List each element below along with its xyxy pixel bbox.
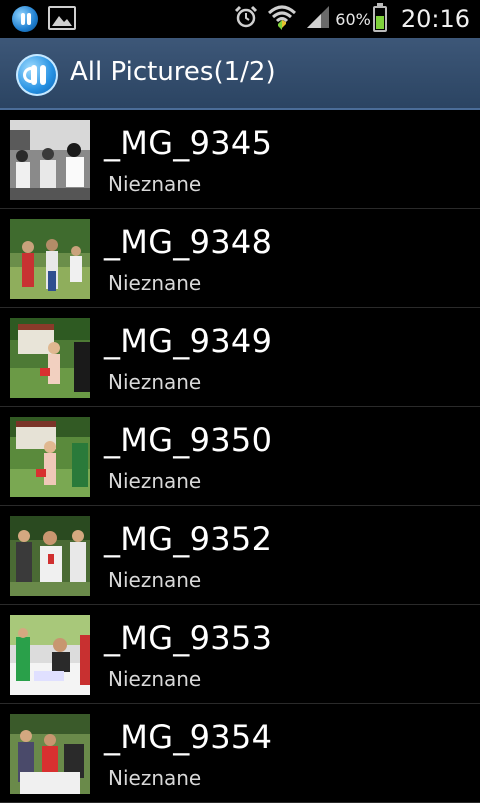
picture-title: _MG_9354: [104, 718, 273, 756]
gallery-notification-icon: [48, 6, 76, 30]
picture-title: _MG_9349: [104, 322, 273, 360]
battery-percent: 60%: [335, 9, 371, 29]
picture-subtitle: Nieznane: [108, 469, 202, 493]
picture-list: _MG_9345 Nieznane _MG_9348 Nieznane _MG_…: [0, 110, 480, 803]
clock: 20:16: [400, 5, 470, 33]
app-notification-icon: [12, 6, 38, 32]
picture-subtitle: Nieznane: [108, 568, 202, 592]
list-item[interactable]: _MG_9348 Nieznane: [0, 209, 480, 308]
battery-icon: [372, 3, 387, 32]
signal-icon: [305, 4, 331, 34]
picture-title: _MG_9345: [104, 124, 273, 162]
picture-subtitle: Nieznane: [108, 766, 202, 790]
wifi-icon: [267, 4, 297, 34]
status-bar: 60% 20:16: [0, 0, 480, 38]
picture-subtitle: Nieznane: [108, 370, 202, 394]
picture-subtitle: Nieznane: [108, 271, 202, 295]
picture-thumbnail: [10, 714, 90, 794]
picture-thumbnail: [10, 516, 90, 596]
action-bar: All Pictures(1/2): [0, 38, 480, 110]
picture-title: _MG_9350: [104, 421, 273, 459]
picture-thumbnail: [10, 318, 90, 398]
picture-title: _MG_9348: [104, 223, 273, 261]
list-item[interactable]: _MG_9353 Nieznane: [0, 605, 480, 704]
alarm-icon: [233, 4, 259, 34]
list-item[interactable]: _MG_9350 Nieznane: [0, 407, 480, 506]
picture-thumbnail: [10, 615, 90, 695]
picture-thumbnail: [10, 219, 90, 299]
picture-thumbnail: [10, 120, 90, 200]
picture-title: _MG_9352: [104, 520, 273, 558]
list-item[interactable]: _MG_9354 Nieznane: [0, 704, 480, 803]
list-item[interactable]: _MG_9352 Nieznane: [0, 506, 480, 605]
app-logo-icon[interactable]: [16, 54, 58, 96]
picture-thumbnail: [10, 417, 90, 497]
picture-subtitle: Nieznane: [108, 667, 202, 691]
picture-title: _MG_9353: [104, 619, 273, 657]
list-item[interactable]: _MG_9349 Nieznane: [0, 308, 480, 407]
page-title: All Pictures(1/2): [70, 57, 276, 87]
picture-subtitle: Nieznane: [108, 172, 202, 196]
list-item[interactable]: _MG_9345 Nieznane: [0, 110, 480, 209]
